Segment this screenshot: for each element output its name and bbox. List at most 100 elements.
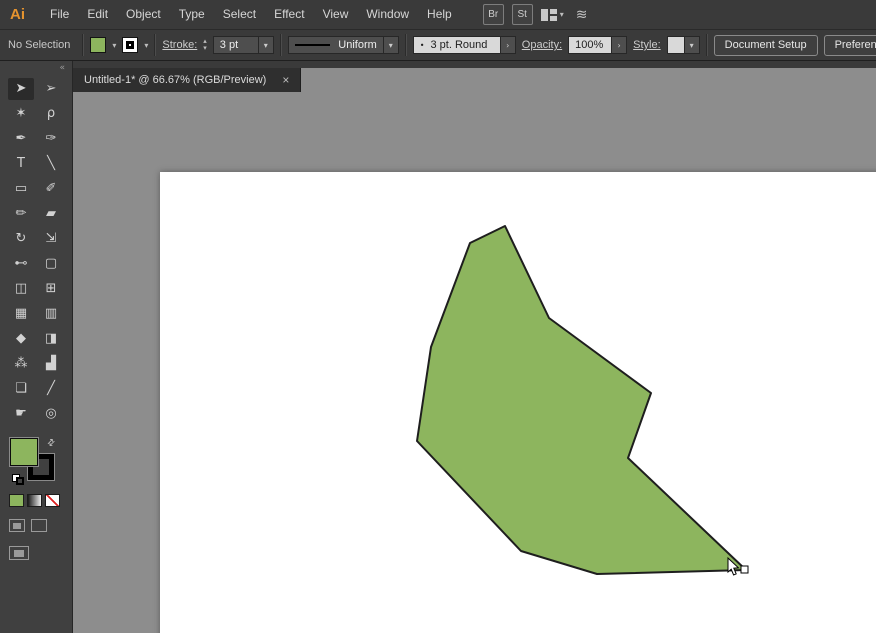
opacity-field[interactable]: 100% xyxy=(568,36,612,54)
none-button[interactable] xyxy=(45,494,60,507)
chevron-right-icon[interactable]: › xyxy=(501,36,516,54)
width-tool[interactable]: ⊷ xyxy=(8,253,34,275)
eraser-tool[interactable]: ▰ xyxy=(38,203,64,225)
pencil-tool[interactable]: ✏ xyxy=(8,203,34,225)
blend-tool[interactable]: ◨ xyxy=(38,328,64,350)
chevron-down-icon[interactable]: ▾ xyxy=(259,36,274,54)
control-bar: No Selection ▾ ▾ Stroke: ▴ ▾ 3 pt ▾ Unif… xyxy=(0,30,876,61)
app-logo: Ai xyxy=(10,6,25,23)
stroke-swatch-ring xyxy=(126,41,134,49)
chevron-down-icon[interactable]: ▾ xyxy=(685,36,700,54)
chevron-down-icon[interactable]: ▾ xyxy=(112,41,116,50)
document-tab-title: Untitled-1* @ 66.67% (RGB/Preview) xyxy=(84,74,266,86)
column-graph-tool[interactable]: ▟ xyxy=(38,353,64,375)
workspace-grid-cell xyxy=(550,16,557,21)
paintbrush-tool[interactable]: ✐ xyxy=(38,178,64,200)
fill-color-swatch[interactable] xyxy=(90,37,106,53)
stock-button[interactable]: St xyxy=(512,4,533,25)
stroke-weight-field[interactable]: 3 pt xyxy=(213,36,259,54)
swap-fill-stroke-icon[interactable]: ⇄ xyxy=(46,437,58,449)
menu-help[interactable]: Help xyxy=(418,0,461,29)
type-tool[interactable]: T xyxy=(8,153,34,175)
selection-status-label: No Selection xyxy=(8,39,70,51)
menu-file[interactable]: File xyxy=(41,0,78,29)
pen-tool[interactable]: ✒ xyxy=(8,128,34,150)
tools-grid: ➤➢✶ρ✒✑T╲▭✐✏▰↻⇲⊷▢◫⊞▦▥◆◨⁂▟❏╱☛◎ xyxy=(0,76,72,426)
tools-panel: « ➤➢✶ρ✒✑T╲▭✐✏▰↻⇲⊷▢◫⊞▦▥◆◨⁂▟❏╱☛◎ ⇄ xyxy=(0,61,73,633)
graphic-style-swatch[interactable] xyxy=(667,36,685,54)
menu-view[interactable]: View xyxy=(314,0,358,29)
workspace-switcher[interactable]: ▾ xyxy=(541,9,564,21)
opacity-panel-link[interactable]: Opacity: xyxy=(522,39,562,51)
shape-builder-tool[interactable]: ◫ xyxy=(8,278,34,300)
chevron-right-icon[interactable]: › xyxy=(612,36,627,54)
draw-mode-buttons xyxy=(9,519,72,532)
drawn-polygon[interactable] xyxy=(417,226,746,574)
menubar-items: FileEditObjectTypeSelectEffectViewWindow… xyxy=(41,0,461,29)
close-icon[interactable]: × xyxy=(282,74,289,86)
artboard[interactable] xyxy=(160,172,876,633)
canvas[interactable] xyxy=(73,92,876,633)
menu-window[interactable]: Window xyxy=(357,0,418,29)
draw-behind-button[interactable] xyxy=(31,519,47,532)
gradient-tool[interactable]: ▥ xyxy=(38,303,64,325)
slice-tool[interactable]: ╱ xyxy=(38,378,64,400)
collapse-panel-icon[interactable]: « xyxy=(0,61,72,76)
document-setup-button[interactable]: Document Setup xyxy=(714,35,818,56)
brush-definition-dropdown[interactable]: • 3 pt. Round xyxy=(413,36,501,54)
selection-tool[interactable]: ➤ xyxy=(8,78,34,100)
draw-normal-button[interactable] xyxy=(9,519,25,532)
menu-object[interactable]: Object xyxy=(117,0,170,29)
eyedropper-tool[interactable]: ◆ xyxy=(8,328,34,350)
mesh-tool[interactable]: ▦ xyxy=(8,303,34,325)
zoom-tool[interactable]: ◎ xyxy=(38,403,64,425)
menu-select[interactable]: Select xyxy=(214,0,265,29)
workspace-grid-icon xyxy=(541,9,557,21)
workspace-grid-cell xyxy=(541,9,548,21)
curvature-tool[interactable]: ✑ xyxy=(38,128,64,150)
color-button[interactable] xyxy=(9,494,24,507)
default-fill-stroke-icon[interactable] xyxy=(12,474,24,484)
scale-tool[interactable]: ⇲ xyxy=(38,228,64,250)
tab-strip-gap xyxy=(73,61,876,68)
chevron-down-icon: ▾ xyxy=(560,10,564,19)
fill-indicator[interactable] xyxy=(10,438,38,466)
stroke-color-swatch[interactable] xyxy=(122,37,138,53)
fill-stroke-indicator: ⇄ xyxy=(10,438,56,484)
stepper-down-icon[interactable]: ▾ xyxy=(203,45,207,52)
artboard-tool[interactable]: ❏ xyxy=(8,378,34,400)
symbol-sprayer-tool[interactable]: ⁂ xyxy=(8,353,34,375)
menu-edit[interactable]: Edit xyxy=(78,0,117,29)
free-transform-tool[interactable]: ▢ xyxy=(38,253,64,275)
stroke-weight-stepper[interactable]: ▴ ▾ xyxy=(203,38,207,52)
lasso-tool[interactable]: ρ xyxy=(38,103,64,125)
brush-dot-icon: • xyxy=(420,41,425,50)
line-segment-tool[interactable]: ╲ xyxy=(38,153,64,175)
tab-strip: Untitled-1* @ 66.67% (RGB/Preview) × xyxy=(73,68,876,92)
hand-tool[interactable]: ☛ xyxy=(8,403,34,425)
rectangle-tool[interactable]: ▭ xyxy=(8,178,34,200)
bridge-button[interactable]: Br xyxy=(483,4,504,25)
chevron-down-icon[interactable]: ▾ xyxy=(384,36,399,54)
menu-type[interactable]: Type xyxy=(170,0,214,29)
variable-width-profile-value: Uniform xyxy=(338,39,377,51)
direct-selection-tool[interactable]: ➢ xyxy=(38,78,64,100)
screen-mode-button[interactable] xyxy=(9,546,29,560)
style-panel-link[interactable]: Style: xyxy=(633,39,661,51)
chevron-down-icon[interactable]: ▾ xyxy=(144,41,148,50)
preferences-button[interactable]: Preferences xyxy=(824,35,876,56)
artboard-drawing-svg xyxy=(160,172,876,633)
gradient-button[interactable] xyxy=(27,494,42,507)
rotate-tool[interactable]: ↻ xyxy=(8,228,34,250)
magic-wand-tool[interactable]: ✶ xyxy=(8,103,34,125)
document-tab[interactable]: Untitled-1* @ 66.67% (RGB/Preview) × xyxy=(73,68,301,92)
document-area: Untitled-1* @ 66.67% (RGB/Preview) × xyxy=(73,61,876,633)
stroke-profile-preview xyxy=(295,44,330,46)
perspective-grid-tool[interactable]: ⊞ xyxy=(38,278,64,300)
variable-width-profile-dropdown[interactable]: Uniform xyxy=(288,36,384,54)
menu-effect[interactable]: Effect xyxy=(265,0,313,29)
stroke-panel-link[interactable]: Stroke: xyxy=(162,39,197,51)
touch-gesture-icon[interactable]: ≋ xyxy=(576,7,588,23)
anchor-point-handle[interactable] xyxy=(741,566,748,573)
divider xyxy=(706,34,708,56)
